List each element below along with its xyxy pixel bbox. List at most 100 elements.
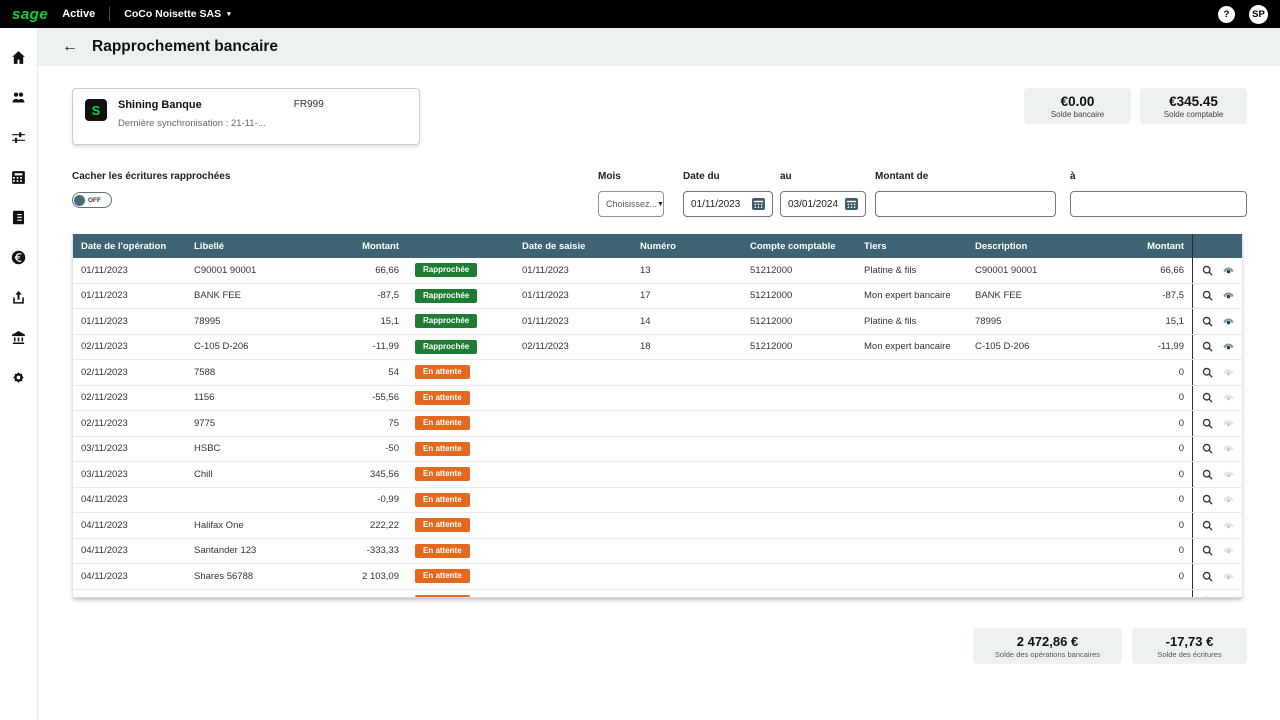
visibility-icon[interactable] (1222, 264, 1235, 277)
cell-label: C90001 90001 (186, 258, 336, 283)
cell-actions (1192, 462, 1242, 487)
cell-account: 51212000 (742, 309, 856, 334)
table-row[interactable]: 04/11/2023 Santander 123 -333,33 En atte… (73, 539, 1242, 565)
table-row[interactable]: 03/11/2023 Chill 345,56 En attente 0 (73, 462, 1242, 488)
search-icon[interactable] (1201, 289, 1214, 302)
cell-account (742, 513, 856, 538)
cell-entry-date (514, 564, 632, 589)
cell-entry-date (514, 539, 632, 564)
cell-status: En attente (407, 462, 514, 487)
search-icon[interactable] (1201, 595, 1214, 598)
visibility-icon[interactable] (1222, 442, 1235, 455)
cell-tiers (856, 513, 967, 538)
sidebar-item-settings-sliders[interactable] (0, 117, 38, 157)
cell-label: HSBC (186, 437, 336, 462)
hide-reconciled-toggle[interactable]: OFF (72, 192, 112, 208)
visibility-icon[interactable] (1222, 544, 1235, 557)
table-row[interactable]: 02/11/2023 9775 75 En attente 0 (73, 411, 1242, 437)
calendar-icon[interactable] (752, 198, 765, 210)
visibility-icon[interactable] (1222, 391, 1235, 404)
table-row[interactable]: 01/11/2023 78995 15,1 Rapprochée 01/11/2… (73, 309, 1242, 335)
cell-description: C90001 90001 (967, 258, 1120, 283)
date-to-input[interactable]: 03/01/2024 (780, 191, 866, 217)
sidebar-item-currency[interactable] (0, 237, 38, 277)
home-icon (10, 49, 27, 66)
cell-actions (1192, 437, 1242, 462)
visibility-icon[interactable] (1222, 519, 1235, 532)
search-icon[interactable] (1201, 264, 1214, 277)
bank-last-sync: Dernière synchronisation : 21-11-... (118, 118, 407, 129)
visibility-icon[interactable] (1222, 417, 1235, 430)
search-icon[interactable] (1201, 519, 1214, 532)
amount-to-input[interactable] (1078, 199, 1239, 210)
cell-amount2: 0 (1120, 360, 1192, 385)
cell-description: BANK FEE (967, 284, 1120, 309)
table-row[interactable]: 02/11/2023 7588 54 En attente 0 (73, 360, 1242, 386)
search-icon[interactable] (1201, 468, 1214, 481)
cell-amount: -11,99 (336, 335, 407, 360)
visibility-icon[interactable] (1222, 340, 1235, 353)
visibility-icon[interactable] (1222, 493, 1235, 506)
sidebar-item-export[interactable] (0, 277, 38, 317)
table-row[interactable]: 04/11/2023 Shares 56788 2 103,09 En atte… (73, 564, 1242, 590)
company-selector[interactable]: CoCo Noisette SAS ▾ (124, 8, 230, 20)
table-header-row: Date de l'opération Libellé Montant Date… (73, 234, 1242, 258)
visibility-icon[interactable] (1222, 468, 1235, 481)
help-button[interactable]: ? (1218, 6, 1235, 23)
search-icon[interactable] (1201, 493, 1214, 506)
sidebar-item-calculator[interactable] (0, 157, 38, 197)
cell-description (967, 411, 1120, 436)
search-icon[interactable] (1201, 340, 1214, 353)
cell-number: 14 (632, 309, 742, 334)
status-badge: En attente (415, 416, 470, 430)
cell-op-date: 02/11/2023 (73, 411, 186, 436)
sidebar-item-home[interactable] (0, 37, 38, 77)
sidebar-item-settings[interactable] (0, 357, 38, 397)
search-icon[interactable] (1201, 417, 1214, 430)
sidebar-item-bank[interactable] (0, 317, 38, 357)
table-row[interactable]: 02/11/2023 C-105 D-206 -11,99 Rapprochée… (73, 335, 1242, 361)
euro-icon (10, 249, 27, 266)
search-icon[interactable] (1201, 315, 1214, 328)
cell-account (742, 488, 856, 513)
table-row[interactable]: 02/11/2023 1156 -55,56 En attente 0 (73, 386, 1242, 412)
visibility-icon[interactable] (1222, 366, 1235, 379)
cell-entry-date: 01/11/2023 (514, 258, 632, 283)
cell-number: 17 (632, 284, 742, 309)
amount-from-input[interactable] (883, 199, 1048, 210)
cell-label (186, 488, 336, 513)
visibility-icon[interactable] (1222, 595, 1235, 598)
status-badge: Rapprochée (415, 289, 477, 303)
calendar-icon[interactable] (845, 198, 858, 210)
table-row[interactable]: 01/11/2023 BANK FEE -87,5 Rapprochée 01/… (73, 284, 1242, 310)
search-icon[interactable] (1201, 391, 1214, 404)
sidebar-item-contacts[interactable] (0, 77, 38, 117)
search-icon[interactable] (1201, 570, 1214, 583)
cell-account: 51212000 (742, 258, 856, 283)
search-icon[interactable] (1201, 366, 1214, 379)
table-row[interactable]: 01/11/2023 C90001 90001 66,66 Rapprochée… (73, 258, 1242, 284)
table-row[interactable]: 03/11/2023 HSBC -50 En attente 0 (73, 437, 1242, 463)
cell-description (967, 488, 1120, 513)
avatar[interactable]: SP (1249, 5, 1268, 24)
table-row[interactable]: 04/11/2023 Halifax One 222,22 En attente… (73, 513, 1242, 539)
cell-tiers (856, 590, 967, 599)
visibility-icon[interactable] (1222, 289, 1235, 302)
visibility-icon[interactable] (1222, 570, 1235, 583)
sidebar-item-journal[interactable] (0, 197, 38, 237)
search-icon[interactable] (1201, 442, 1214, 455)
table-row[interactable]: En attente (73, 590, 1242, 599)
cell-amount: 15,1 (336, 309, 407, 334)
month-select[interactable]: Choisissez... ▼ (598, 191, 664, 217)
date-from-input[interactable]: 01/11/2023 (683, 191, 773, 217)
back-button[interactable]: ← (62, 39, 78, 55)
visibility-icon[interactable] (1222, 315, 1235, 328)
search-icon[interactable] (1201, 544, 1214, 557)
cell-account (742, 539, 856, 564)
cell-account: 51212000 (742, 284, 856, 309)
cell-description (967, 513, 1120, 538)
table-row[interactable]: 04/11/2023 -0,99 En attente 0 (73, 488, 1242, 514)
cell-op-date: 02/11/2023 (73, 360, 186, 385)
journal-icon (10, 209, 27, 226)
bank-account-card[interactable]: S Shining Banque FR999 Dernière synchron… (72, 88, 420, 145)
